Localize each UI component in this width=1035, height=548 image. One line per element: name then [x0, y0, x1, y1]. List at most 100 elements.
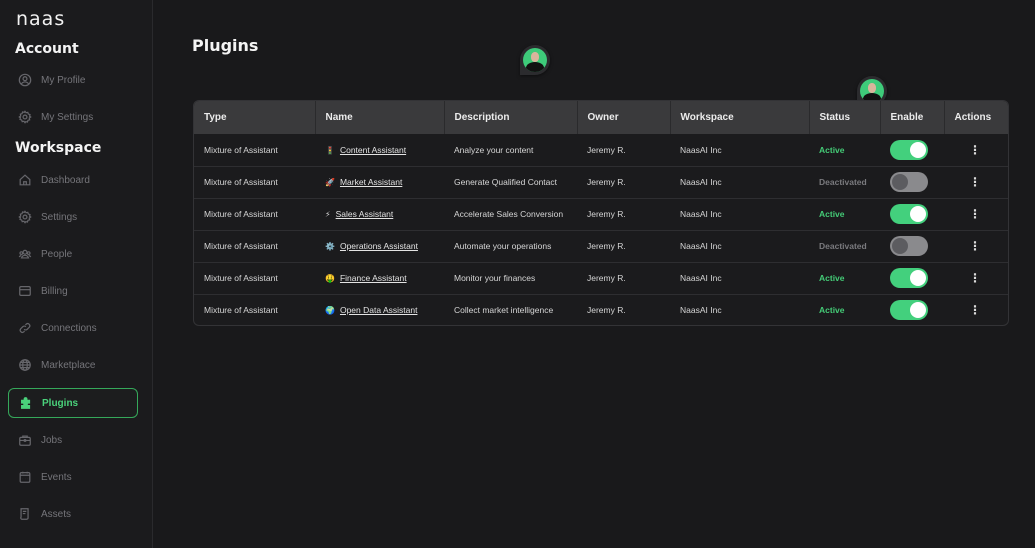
table-row: Mixture of Assistant 🌍 Open Data Assistant… [194, 293, 1008, 325]
owner-cell: Jeremy R. [577, 261, 670, 294]
plugin-name-link[interactable]: Operations Assistant [340, 241, 418, 251]
actions-cell: ⋮ [944, 197, 1008, 230]
sidebar-item-label: Settings [41, 211, 78, 223]
toggle-knob [892, 238, 908, 254]
sidebar-item-people[interactable]: People [8, 239, 138, 269]
column-header-enable[interactable]: Enable [880, 101, 945, 134]
owner-cell: Jeremy R. [577, 197, 670, 230]
column-header-workspace[interactable]: Workspace [670, 101, 810, 134]
plugin-emoji-icon: 🚦 [325, 145, 335, 155]
sidebar-item-marketplace[interactable]: Marketplace [8, 350, 138, 380]
more-actions-icon[interactable]: ⋮ [954, 239, 981, 253]
toggle-knob [892, 174, 908, 190]
naas-logo[interactable]: naas [16, 8, 65, 30]
sidebar-item-settings[interactable]: Settings [8, 202, 138, 232]
description-cell: Monitor your finances [444, 261, 577, 294]
type-cell: Mixture of Assistant [194, 229, 315, 262]
column-header-type[interactable]: Type [194, 101, 316, 134]
sidebar-item-my-profile[interactable]: My Profile [8, 65, 138, 95]
toggle-knob [910, 302, 926, 319]
enable-cell [880, 261, 944, 294]
plugin-emoji-icon: 🌍 [325, 306, 335, 316]
more-actions-icon[interactable]: ⋮ [954, 303, 981, 317]
column-header-owner[interactable]: Owner [577, 101, 671, 134]
card-icon [18, 284, 32, 298]
status-cell: Deactivated [809, 165, 880, 198]
briefcase-icon [18, 433, 32, 447]
column-header-status[interactable]: Status [809, 101, 881, 134]
gear-icon [18, 110, 32, 124]
name-cell: ⚡ Sales Assistant [315, 197, 444, 230]
status-cell: Active [809, 197, 880, 230]
column-header-description[interactable]: Description [444, 101, 578, 134]
actions-cell: ⋮ [944, 229, 1008, 262]
sidebar-item-my-settings[interactable]: My Settings [8, 102, 138, 132]
account-section-title: Account [15, 41, 79, 57]
enable-toggle[interactable] [890, 268, 928, 288]
table-row: Mixture of Assistant 🤑 Finance Assistant Mo… [194, 261, 1008, 294]
sidebar-item-assets[interactable]: Assets [8, 499, 138, 529]
table-row: Mixture of Assistant ⚙️ Operations Assista… [194, 229, 1008, 262]
name-cell: ⚙️ Operations Assistant [315, 229, 444, 262]
name-cell: 🌍 Open Data Assistant [315, 293, 444, 325]
more-actions-icon[interactable]: ⋮ [954, 271, 981, 285]
toggle-knob [910, 270, 926, 286]
type-cell: Mixture of Assistant [194, 165, 315, 198]
type-cell: Mixture of Assistant [194, 293, 315, 325]
status-cell: Deactivated [809, 229, 880, 262]
actions-cell: ⋮ [944, 134, 1008, 166]
more-actions-icon[interactable]: ⋮ [954, 207, 981, 221]
sidebar-item-label: Connections [41, 322, 97, 334]
more-actions-icon[interactable]: ⋮ [954, 143, 981, 157]
workspace-cell: NaasAI Inc [670, 293, 809, 325]
sidebar-item-label: Billing [41, 285, 68, 297]
sidebar-item-connections[interactable]: Connections [8, 313, 138, 343]
plugin-emoji-icon: ⚙️ [325, 242, 335, 251]
enable-toggle[interactable] [890, 172, 928, 192]
column-header-name[interactable]: Name [315, 101, 445, 134]
sidebar-item-label: Jobs [41, 434, 63, 446]
enable-toggle[interactable] [890, 139, 928, 160]
sidebar-item-jobs[interactable]: Jobs [8, 425, 138, 455]
plugin-name-link[interactable]: Finance Assistant [340, 273, 407, 283]
description-cell: Generate Qualified Contact [444, 165, 577, 198]
user-circle-icon [18, 73, 32, 87]
description-cell: Automate your operations [444, 229, 577, 262]
name-cell: 🚦 Content Assistant [315, 134, 444, 166]
owner-cell: Jeremy R. [577, 229, 670, 262]
plugin-emoji-icon: 🤑 [325, 274, 335, 283]
avatar [523, 48, 547, 72]
enable-toggle[interactable] [890, 236, 928, 256]
enable-cell [880, 165, 944, 198]
sidebar-item-label: My Settings [41, 111, 94, 123]
plugin-name-link[interactable]: Market Assistant [340, 177, 402, 187]
sidebar-item-events[interactable]: Events [8, 462, 138, 492]
type-cell: Mixture of Assistant [194, 261, 315, 294]
plugin-name-link[interactable]: Open Data Assistant [340, 305, 418, 315]
column-header-actions: Actions [944, 101, 1008, 134]
enable-toggle[interactable] [890, 204, 928, 224]
status-badge: Deactivated [819, 177, 867, 187]
sidebar-item-billing[interactable]: Billing [8, 276, 138, 306]
sidebar-item-plugins[interactable]: Plugins [8, 388, 138, 418]
enable-cell [880, 134, 944, 166]
sidebar-item-dashboard[interactable]: Dashboard [8, 165, 138, 195]
status-cell: Active [809, 293, 880, 325]
actions-cell: ⋮ [944, 165, 1008, 198]
plugin-name-link[interactable]: Content Assistant [340, 145, 406, 155]
gear-icon [18, 210, 32, 224]
home-icon [18, 173, 32, 187]
owner-cell: Jeremy R. [577, 293, 670, 325]
plugin-name-link[interactable]: Sales Assistant [336, 209, 394, 219]
workspace-cell: NaasAI Inc [670, 165, 809, 198]
collaborator-cursor-avatar [520, 45, 550, 75]
people-icon [18, 247, 32, 261]
calendar-icon [18, 470, 32, 484]
more-actions-icon[interactable]: ⋮ [954, 175, 981, 189]
status-badge: Active [819, 209, 845, 219]
enable-toggle[interactable] [890, 300, 928, 321]
table-row: Mixture of Assistant 🚦 Content Assistant An… [194, 134, 1008, 166]
table-row: Mixture of Assistant 🚀 Market Assistant Gen… [194, 165, 1008, 198]
plugins-table: Type Name Description Owner Workspace St… [193, 100, 1009, 326]
workspace-cell: NaasAI Inc [680, 144, 722, 155]
